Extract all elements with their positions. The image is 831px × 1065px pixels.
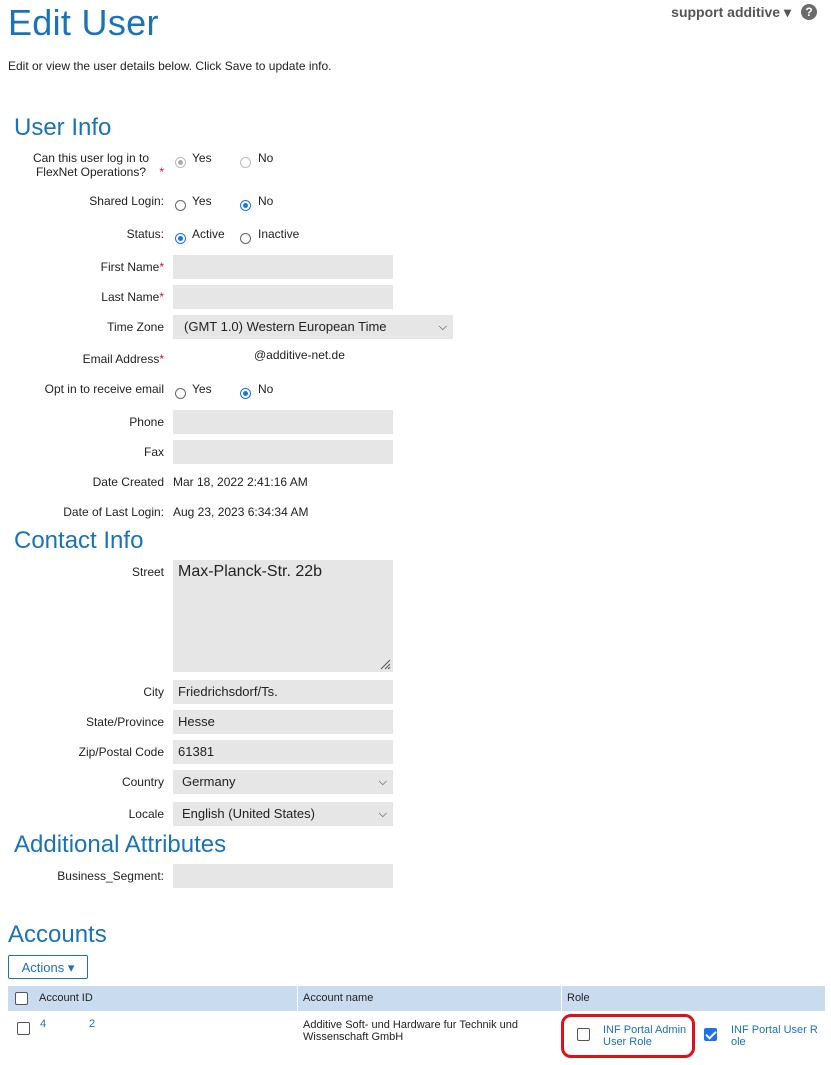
phone-label: Phone bbox=[129, 415, 164, 429]
optin-yes-radio[interactable] bbox=[175, 388, 186, 399]
locale-label: Locale bbox=[128, 807, 164, 821]
chevron-down-icon: ⌵ bbox=[438, 321, 447, 333]
fax-field[interactable] bbox=[173, 440, 393, 464]
last-name-field[interactable] bbox=[173, 285, 393, 309]
account-id-link-part[interactable]: 2 bbox=[89, 1018, 95, 1030]
street-value: Max-Planck-Str. 22b bbox=[178, 563, 323, 580]
required-mark: * bbox=[159, 290, 164, 304]
email-value[interactable]: @additive-net.de bbox=[254, 348, 345, 362]
section-user-info: User Info bbox=[14, 114, 112, 141]
page-title: Edit User bbox=[8, 2, 159, 43]
zip-field[interactable]: 61381 bbox=[173, 740, 393, 764]
city-field[interactable]: Friedrichsdorf/Ts. bbox=[173, 680, 393, 704]
intro-text: Edit or view the user details below. Cli… bbox=[8, 59, 332, 73]
help-icon[interactable]: ? bbox=[801, 4, 817, 20]
shared-login-label: Shared Login: bbox=[89, 194, 164, 208]
account-name-cell: Additive Soft- und Hardware fur Technik … bbox=[303, 1019, 518, 1043]
fax-label: Fax bbox=[143, 445, 164, 459]
section-contact-info: Contact Info bbox=[14, 527, 144, 554]
chevron-down-icon: ⌵ bbox=[378, 808, 387, 820]
column-divider bbox=[297, 986, 298, 1011]
timezone-select[interactable]: (GMT 1.0) Western European Time ⌵ bbox=[173, 315, 453, 339]
can-login-label-text: Can this user log in to FlexNet Operatio… bbox=[32, 151, 150, 179]
locale-select[interactable]: English (United States) ⌵ bbox=[173, 802, 393, 826]
required-mark: * bbox=[159, 260, 164, 274]
resize-handle-icon[interactable] bbox=[379, 658, 391, 670]
required-mark: * bbox=[159, 352, 164, 366]
shared-yes-label: Yes bbox=[192, 194, 212, 208]
user-menu[interactable]: support additive ▾ bbox=[671, 4, 791, 21]
required-mark: * bbox=[159, 165, 164, 179]
street-textarea[interactable]: Max-Planck-Str. 22b bbox=[173, 560, 393, 672]
table-row: 4 2 Additive Soft- und Hardware fur Tech… bbox=[0, 1011, 831, 1061]
select-all-checkbox[interactable] bbox=[15, 992, 28, 1005]
status-active-label: Active bbox=[192, 227, 225, 241]
last-login-label: Date of Last Login: bbox=[63, 505, 164, 519]
locale-value: English (United States) bbox=[182, 806, 315, 821]
account-name-line: Wissenschaft GmbH bbox=[303, 1031, 404, 1043]
can-login-no-radio bbox=[240, 157, 251, 168]
section-accounts: Accounts bbox=[8, 921, 107, 948]
column-divider bbox=[561, 986, 562, 1011]
state-label: State/Province bbox=[85, 715, 164, 729]
chevron-down-icon: ⌵ bbox=[378, 776, 387, 788]
country-value: Germany bbox=[182, 774, 236, 789]
street-label: Street bbox=[131, 565, 164, 579]
can-login-no-label: No bbox=[258, 151, 274, 165]
phone-field[interactable] bbox=[173, 410, 393, 434]
shared-yes-radio[interactable] bbox=[175, 200, 186, 211]
date-created-value: Mar 18, 2022 2:41:16 AM bbox=[173, 475, 308, 489]
timezone-label: Time Zone bbox=[107, 320, 164, 334]
highlight-annotation bbox=[561, 1014, 695, 1058]
column-account-name[interactable]: Account name bbox=[303, 992, 373, 1004]
first-name-label-text: First Name bbox=[100, 260, 160, 274]
status-inactive-label: Inactive bbox=[258, 227, 300, 241]
role-user-checkbox[interactable] bbox=[704, 1028, 717, 1041]
row-checkbox[interactable] bbox=[17, 1022, 30, 1035]
business-segment-field[interactable] bbox=[173, 864, 393, 888]
accounts-table-header bbox=[8, 986, 825, 1011]
section-additional-attributes: Additional Attributes bbox=[14, 831, 227, 858]
optin-no-radio[interactable] bbox=[240, 388, 251, 399]
zip-label: Zip/Postal Code bbox=[78, 745, 164, 759]
date-created-label: Date Created bbox=[92, 475, 164, 489]
state-field[interactable]: Hesse bbox=[173, 710, 393, 734]
last-name-label: Last Name* bbox=[0, 290, 164, 304]
column-role[interactable]: Role bbox=[567, 992, 590, 1004]
account-id-link[interactable]: 4 bbox=[40, 1018, 46, 1030]
city-label: City bbox=[143, 685, 164, 699]
last-name-label-text: Last Name bbox=[101, 290, 160, 304]
can-login-label: Can this user log in to FlexNet Operatio… bbox=[0, 151, 164, 179]
status-inactive-radio[interactable] bbox=[240, 233, 251, 244]
email-label: Email Address* bbox=[0, 352, 164, 366]
optin-label: Opt in to receive email bbox=[44, 382, 164, 396]
role-user-line: ole bbox=[731, 1036, 746, 1048]
business-segment-label: Business_Segment: bbox=[57, 869, 164, 883]
can-login-yes-label: Yes bbox=[192, 151, 212, 165]
shared-no-radio[interactable] bbox=[240, 200, 251, 211]
country-label: Country bbox=[121, 775, 164, 789]
shared-no-label: No bbox=[258, 194, 274, 208]
optin-yes-label: Yes bbox=[192, 382, 212, 396]
role-user-line: INF Portal User R bbox=[731, 1024, 818, 1036]
column-account-id[interactable]: Account ID bbox=[39, 992, 93, 1004]
email-label-text: Email Address bbox=[82, 352, 160, 366]
role-user-link[interactable]: INF Portal User R ole bbox=[731, 1024, 818, 1048]
first-name-label: First Name* bbox=[0, 260, 164, 274]
optin-no-label: No bbox=[258, 382, 274, 396]
status-label: Status: bbox=[126, 227, 164, 241]
can-login-yes-radio bbox=[175, 157, 186, 168]
country-select[interactable]: Germany ⌵ bbox=[173, 770, 393, 794]
last-login-value: Aug 23, 2023 6:34:34 AM bbox=[173, 505, 309, 519]
account-name-line: Additive Soft- und Hardware fur Technik … bbox=[303, 1019, 519, 1031]
timezone-value: (GMT 1.0) Western European Time bbox=[184, 319, 387, 334]
first-name-field[interactable] bbox=[173, 255, 393, 279]
status-active-radio[interactable] bbox=[175, 233, 186, 244]
actions-button[interactable]: Actions ▾ bbox=[8, 955, 88, 979]
